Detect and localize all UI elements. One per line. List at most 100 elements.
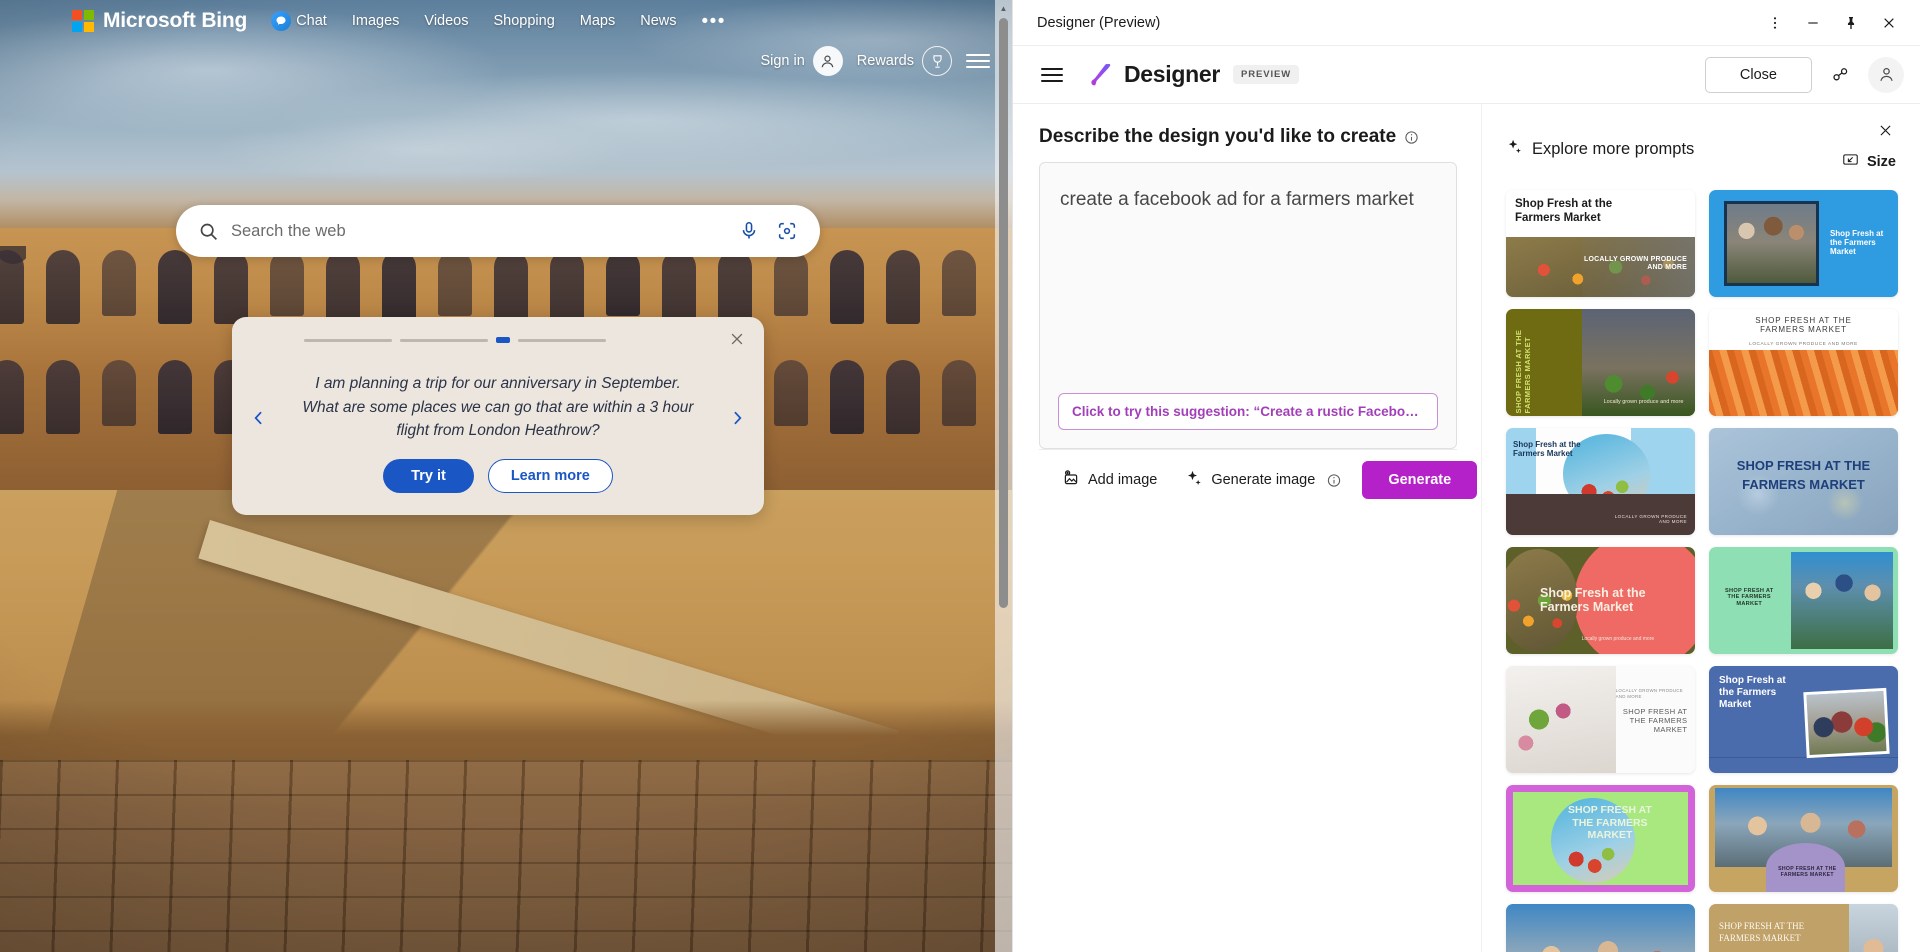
minimize-icon[interactable] xyxy=(1796,8,1830,38)
promo-actions: Try it Learn more xyxy=(232,459,764,493)
thumbnail-card[interactable]: SHOP FRESH AT THE FARMERS MARKET xyxy=(1709,904,1898,952)
search-input[interactable] xyxy=(231,221,724,241)
close-icon[interactable] xyxy=(728,330,746,348)
generate-image-button[interactable]: Generate image xyxy=(1176,462,1352,498)
rewards-button[interactable]: Rewards xyxy=(857,46,952,76)
carousel-dot[interactable] xyxy=(400,338,488,342)
account-avatar-icon[interactable] xyxy=(1868,56,1904,93)
designer-menu-hamburger-icon[interactable] xyxy=(1041,67,1063,82)
microphone-icon[interactable] xyxy=(736,218,762,244)
screen: Microsoft Bing Chat Images Videos Shoppi… xyxy=(0,0,1920,952)
thumbnail-card[interactable]: Shop Fresh at the Farmers Market xyxy=(1709,666,1898,773)
search-box[interactable] xyxy=(176,205,820,257)
learn-more-button[interactable]: Learn more xyxy=(487,459,613,493)
thumbnail-grid: Shop Fresh at the Farmers Market LOCALLY… xyxy=(1482,184,1920,952)
add-image-icon xyxy=(1062,469,1080,491)
sparkle-icon xyxy=(1185,469,1203,491)
thumbnail-card[interactable]: Shop Fresh at the Farmers Market xyxy=(1709,190,1898,297)
close-button[interactable]: Close xyxy=(1704,56,1812,93)
thumbnail-subtext: Locally grown produce and more xyxy=(1603,399,1684,406)
prompt-box: Click to try this suggestion: “Create a … xyxy=(1039,162,1457,449)
pin-icon[interactable] xyxy=(1834,8,1868,38)
thumbnail-card[interactable]: SHOP FRESH AT THE FARMERS MARKET LOCALLY… xyxy=(1709,309,1898,416)
scrollbar-thumb[interactable] xyxy=(999,18,1008,608)
designer-logo-icon xyxy=(1085,60,1115,90)
thumbnail-card[interactable]: LOCALLY GROWN PRODUCE AND MORE SHOP FRES… xyxy=(1506,666,1695,773)
rewards-label: Rewards xyxy=(856,53,914,69)
generate-image-label: Generate image xyxy=(1211,472,1316,488)
bing-wordmark: Microsoft Bing xyxy=(103,9,248,32)
background-ruin-lower xyxy=(0,700,1012,952)
sign-in-button[interactable]: Sign in xyxy=(760,46,843,76)
rewards-trophy-icon xyxy=(922,46,952,76)
bing-header-right: Sign in Rewards xyxy=(760,46,1012,76)
composer-heading-text: Describe the design you'd like to create xyxy=(1039,126,1397,147)
carousel-progress xyxy=(304,337,606,343)
designer-body: Describe the design you'd like to create… xyxy=(1013,104,1920,952)
thumbnail-card[interactable]: SHOP FRESH AT THE FARMERS MARKET xyxy=(1709,428,1898,535)
add-image-label: Add image xyxy=(1088,472,1158,488)
scroll-up-icon[interactable]: ▲ xyxy=(995,2,1012,15)
size-button[interactable]: Size xyxy=(1838,149,1898,174)
thumbnail-card[interactable]: SHOP FRESH AT THE FARMERS MARKET xyxy=(1506,785,1695,892)
carousel-dot-active[interactable] xyxy=(496,337,510,343)
thumbnail-card[interactable] xyxy=(1506,904,1695,952)
thumbnail-headline: Shop Fresh at the Farmers Market xyxy=(1719,675,1786,710)
suggestion-chip[interactable]: Click to try this suggestion: “Create a … xyxy=(1058,393,1438,430)
bing-header: Microsoft Bing Chat Images Videos Shoppi… xyxy=(0,0,1012,42)
carousel-next-icon[interactable] xyxy=(726,405,748,431)
thumbnail-headline: SHOP FRESH AT THE FARMERS MARKET xyxy=(1778,865,1837,878)
size-label: Size xyxy=(1866,153,1896,170)
thumbnail-subtext: LOCALLY GROWN PRODUCE AND MORE xyxy=(1749,342,1858,347)
page-scrollbar[interactable]: ▲ xyxy=(995,0,1012,952)
sparkle-icon xyxy=(1506,138,1523,160)
bing-nav: Chat Images Videos Shopping Maps News ••… xyxy=(271,11,726,31)
try-it-button[interactable]: Try it xyxy=(383,459,474,493)
visual-search-icon[interactable] xyxy=(774,218,800,244)
nav-item-shopping[interactable]: Shopping xyxy=(493,13,554,29)
thumbnail-subtext: LOCALLY GROWN PRODUCE AND MORE xyxy=(1584,255,1687,272)
composer-heading: Describe the design you'd like to create xyxy=(1039,126,1457,148)
bing-homepage: Microsoft Bing Chat Images Videos Shoppi… xyxy=(0,0,1012,952)
carousel-prev-icon[interactable] xyxy=(248,405,270,431)
more-options-icon[interactable] xyxy=(1758,8,1792,38)
nav-item-maps[interactable]: Maps xyxy=(580,13,615,29)
designer-appbar-actions: Close xyxy=(1704,56,1904,93)
thumbnail-card[interactable]: Shop Fresh at the Farmers Market Locally… xyxy=(1506,547,1695,654)
thumbnail-subtext: LOCALLY GROWN PRODUCE AND MORE xyxy=(1615,688,1683,699)
resize-icon xyxy=(1842,151,1859,172)
nav-item-videos[interactable]: Videos xyxy=(424,13,468,29)
info-icon[interactable] xyxy=(1404,130,1419,145)
bing-menu-hamburger-icon[interactable] xyxy=(966,54,990,68)
thumbnail-card[interactable]: SHOP FRESH AT THE FARMERS MARKET xyxy=(1709,547,1898,654)
magnifier-icon xyxy=(198,221,219,242)
thumbnail-headline: SHOP FRESH AT THE FARMERS MARKET xyxy=(1736,457,1871,493)
designer-sidebar-panel: Designer (Preview) Designer PREVIEW Clos… xyxy=(1012,0,1920,952)
nav-item-news[interactable]: News xyxy=(640,13,676,29)
share-icon[interactable] xyxy=(1822,57,1858,93)
thumbnail-card[interactable]: SHOP FRESH AT THE FARMERS MARKET Locally… xyxy=(1506,309,1695,416)
gallery-header: Explore more prompts Size xyxy=(1482,104,1920,184)
carousel-dot[interactable] xyxy=(518,338,606,342)
nav-item-images[interactable]: Images xyxy=(352,13,400,29)
prompt-input[interactable] xyxy=(1040,163,1456,389)
designer-window-title: Designer (Preview) xyxy=(1037,14,1161,31)
nav-item-chat[interactable]: Chat xyxy=(271,11,327,31)
nav-label-chat: Chat xyxy=(296,13,327,29)
thumbnail-card[interactable]: SHOP FRESH AT THE FARMERS MARKET xyxy=(1709,785,1898,892)
preview-badge: PREVIEW xyxy=(1233,65,1300,84)
thumbnail-card[interactable]: Shop Fresh at the Farmers Market LOCALLY… xyxy=(1506,428,1695,535)
info-icon[interactable] xyxy=(1325,473,1343,488)
add-image-button[interactable]: Add image xyxy=(1053,462,1166,498)
carousel-dot[interactable] xyxy=(304,338,392,342)
close-icon[interactable] xyxy=(1872,8,1906,38)
microsoft-bing-logo[interactable]: Microsoft Bing xyxy=(72,9,247,33)
composer-toolbar: Add image Generate image Generate xyxy=(1039,449,1478,510)
titlebar-actions xyxy=(1758,8,1906,38)
thumbnail-card[interactable]: Shop Fresh at the Farmers Market LOCALLY… xyxy=(1506,190,1695,297)
generate-button[interactable]: Generate xyxy=(1362,461,1478,499)
more-menu-icon[interactable]: ••• xyxy=(702,12,726,31)
thumbnail-headline: SHOP FRESH AT THE FARMERS MARKET xyxy=(1719,921,1805,944)
close-icon[interactable] xyxy=(1873,120,1898,141)
designer-appbar: Designer PREVIEW Close xyxy=(1013,46,1920,104)
